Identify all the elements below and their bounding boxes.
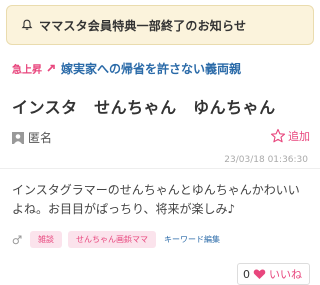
post-timestamp: 23/03/18 01:36:30 xyxy=(224,155,308,165)
bell-icon xyxy=(21,19,33,30)
add-favorite-button[interactable]: 追加 xyxy=(270,128,310,144)
keyword-edit-link[interactable]: キーワード編集 xyxy=(164,234,220,245)
like-label: いいね xyxy=(269,268,302,281)
author-info: 匿名 xyxy=(12,129,52,146)
post-body: インスタグラマーのせんちゃんとゆんちゃんかわいいよね。お目目がぱっちり、将来が楽… xyxy=(12,183,300,216)
notice-banner[interactable]: ママスタ会員特典一部終了のお知らせ xyxy=(6,5,314,45)
like-count: 0 xyxy=(243,267,250,281)
tag-list: 雑談 せんちゃん画鋲ママ キーワード編集 xyxy=(12,231,220,248)
tag-chip[interactable]: 雑談 xyxy=(30,231,62,248)
divider xyxy=(0,168,320,169)
author-name: 匿名 xyxy=(28,131,53,145)
trending-row[interactable]: 急上昇 嫁実家への帰省を許さない義両親 xyxy=(0,54,320,82)
like-button[interactable]: 0 いいね xyxy=(237,263,310,285)
tag-chip[interactable]: せんちゃん画鋲ママ xyxy=(68,231,156,248)
post-title: インスタ せんちゃん ゆんちゃん xyxy=(12,98,276,117)
trending-badge: 急上昇 xyxy=(12,64,42,76)
star-icon xyxy=(270,128,286,143)
heart-icon xyxy=(253,269,266,279)
add-label: 追加 xyxy=(288,130,310,143)
gender-symbol-icon xyxy=(12,235,22,244)
trending-headline-link[interactable]: 嫁実家への帰省を許さない義両親 xyxy=(61,60,241,77)
notice-text: ママスタ会員特典一部終了のお知らせ xyxy=(39,18,247,33)
person-icon xyxy=(12,131,24,144)
arrow-up-icon xyxy=(47,64,55,72)
